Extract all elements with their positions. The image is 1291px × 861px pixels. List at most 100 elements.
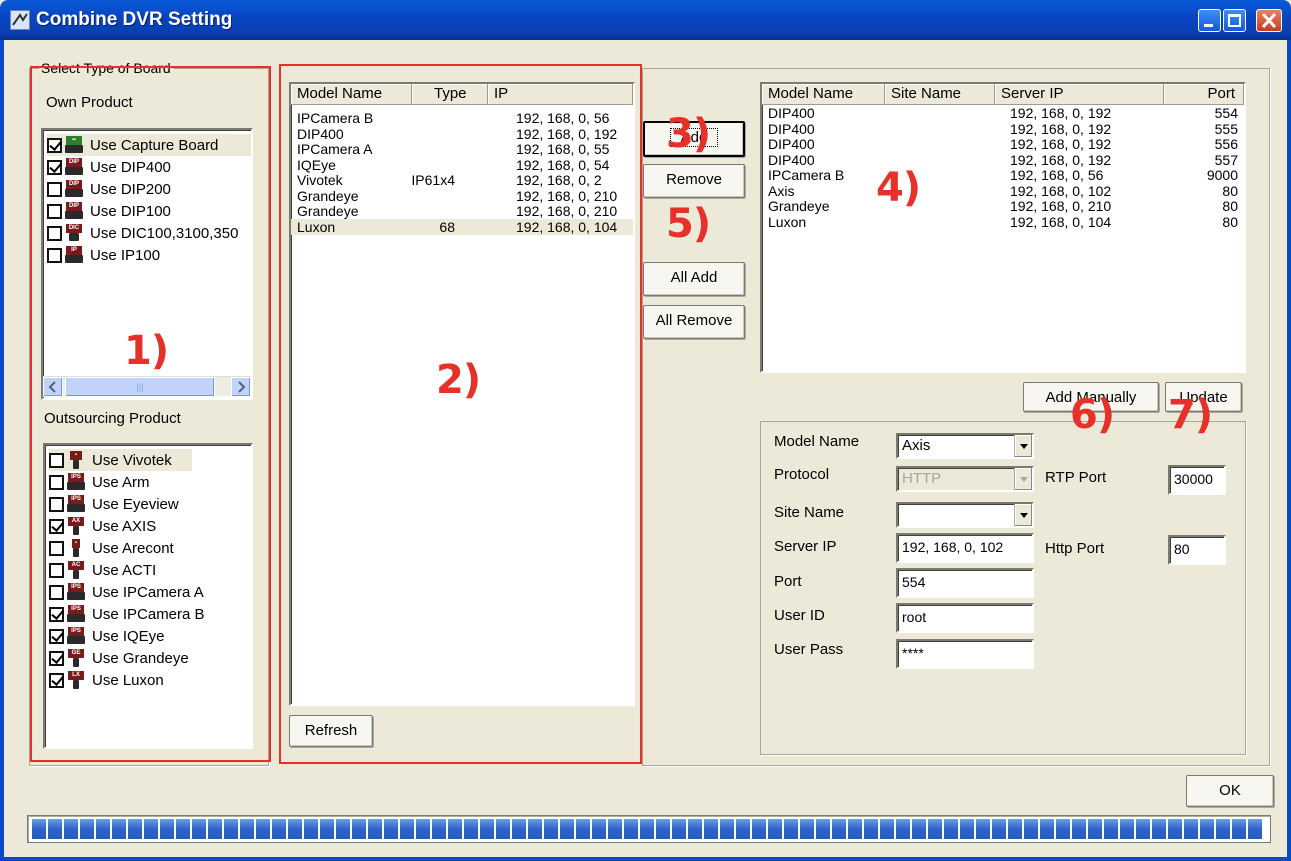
progress-block <box>160 819 174 839</box>
column-header[interactable]: Site Name <box>885 84 995 105</box>
progress-block <box>928 819 942 839</box>
user-pass-field[interactable]: **** <box>896 639 1034 669</box>
table-cell[interactable]: DIP400 <box>768 106 815 120</box>
progress-block <box>288 819 302 839</box>
table-cell[interactable]: 192, 168, 0, 102 <box>1010 184 1111 198</box>
table-cell[interactable]: 80 <box>1222 184 1238 198</box>
user-pass-label: User Pass <box>774 641 844 658</box>
progress-block <box>208 819 222 839</box>
progress-block <box>176 819 190 839</box>
close-icon[interactable] <box>1256 9 1282 32</box>
progress-block <box>896 819 910 839</box>
table-cell[interactable]: 80 <box>1222 199 1238 213</box>
http-port-label: Http Port <box>1045 540 1105 557</box>
table-cell[interactable]: Luxon <box>768 215 806 229</box>
progress-block <box>864 819 878 839</box>
progress-block <box>352 819 366 839</box>
annotation-5: 5) <box>666 201 711 247</box>
table-cell[interactable]: 192, 168, 0, 56 <box>1010 168 1103 182</box>
table-cell[interactable]: 9000 <box>1207 168 1238 182</box>
model-name-select[interactable]: Axis <box>896 433 1034 459</box>
column-header[interactable]: Model Name <box>762 84 885 105</box>
progress-block <box>1168 819 1182 839</box>
progress-block <box>560 819 574 839</box>
annotation-4: 4) <box>876 165 921 211</box>
progress-block <box>1088 819 1102 839</box>
maximize-icon[interactable] <box>1223 9 1246 32</box>
progress-block <box>752 819 766 839</box>
progress-block <box>496 819 510 839</box>
rtp-port-field[interactable]: 30000 <box>1168 465 1226 495</box>
table-cell[interactable]: DIP400 <box>768 122 815 136</box>
table-cell[interactable]: DIP400 <box>768 137 815 151</box>
added-device-list[interactable]: Model Name Site Name Server IP Port DIP4… <box>760 82 1246 373</box>
progress-block <box>1232 819 1246 839</box>
progress-block <box>656 819 670 839</box>
annotation-box-1 <box>30 66 271 762</box>
progress-block <box>400 819 414 839</box>
progress-block <box>144 819 158 839</box>
table-cell[interactable]: 192, 168, 0, 104 <box>1010 215 1111 229</box>
table-cell[interactable]: 556 <box>1215 137 1238 151</box>
progress-block <box>1152 819 1166 839</box>
progress-block <box>640 819 654 839</box>
http-port-field[interactable]: 80 <box>1168 535 1226 565</box>
table-cell[interactable]: 555 <box>1215 122 1238 136</box>
progress-block <box>1248 819 1262 839</box>
table-cell[interactable]: 192, 168, 0, 192 <box>1010 106 1111 120</box>
progress-block <box>688 819 702 839</box>
port-field[interactable]: 554 <box>896 568 1034 598</box>
table-cell[interactable]: 80 <box>1222 215 1238 229</box>
table-cell[interactable]: Grandeye <box>768 199 829 213</box>
progress-block <box>912 819 926 839</box>
progress-block <box>32 819 46 839</box>
progress-block <box>512 819 526 839</box>
site-name-select[interactable] <box>896 502 1034 528</box>
progress-block <box>1104 819 1118 839</box>
progress-block <box>464 819 478 839</box>
progress-block <box>528 819 542 839</box>
progress-block <box>880 819 894 839</box>
progress-block <box>624 819 638 839</box>
server-ip-field[interactable]: 192, 168, 0, 102 <box>896 533 1034 563</box>
progress-block <box>576 819 590 839</box>
column-header[interactable]: Server IP <box>995 84 1164 105</box>
progress-block <box>336 819 350 839</box>
chevron-down-icon[interactable] <box>1014 435 1032 457</box>
table-cell[interactable]: DIP400 <box>768 153 815 167</box>
progress-block <box>240 819 254 839</box>
table-cell[interactable]: 192, 168, 0, 192 <box>1010 122 1111 136</box>
minimize-icon[interactable] <box>1198 9 1221 32</box>
progress-block <box>368 819 382 839</box>
progress-block <box>960 819 974 839</box>
table-cell[interactable]: Axis <box>768 184 794 198</box>
progress-block <box>448 819 462 839</box>
table-cell[interactable]: 192, 168, 0, 210 <box>1010 199 1111 213</box>
progress-block <box>848 819 862 839</box>
progress-block <box>1200 819 1214 839</box>
user-id-field[interactable]: root <box>896 603 1034 633</box>
table-cell[interactable]: 554 <box>1215 106 1238 120</box>
progress-block <box>432 819 446 839</box>
ok-button[interactable]: OK <box>1186 775 1274 807</box>
chevron-down-icon[interactable] <box>1014 504 1032 526</box>
rtp-port-label: RTP Port <box>1045 469 1107 486</box>
progress-block <box>416 819 430 839</box>
annotation-box-2 <box>279 64 642 764</box>
progress-block <box>128 819 142 839</box>
table-cell[interactable]: 557 <box>1215 153 1238 167</box>
progress-block <box>944 819 958 839</box>
progress-block <box>224 819 238 839</box>
model-name-label: Model Name <box>774 433 860 450</box>
progress-block <box>272 819 286 839</box>
table-cell[interactable]: 192, 168, 0, 192 <box>1010 153 1111 167</box>
progress-block <box>784 819 798 839</box>
table-cell[interactable]: 192, 168, 0, 192 <box>1010 137 1111 151</box>
table-cell[interactable]: IPCamera B <box>768 168 844 182</box>
progress-block <box>304 819 318 839</box>
progress-block <box>704 819 718 839</box>
column-header[interactable]: Port <box>1164 84 1244 105</box>
app-icon <box>10 10 30 30</box>
progress-block <box>480 819 494 839</box>
progress-block <box>976 819 990 839</box>
